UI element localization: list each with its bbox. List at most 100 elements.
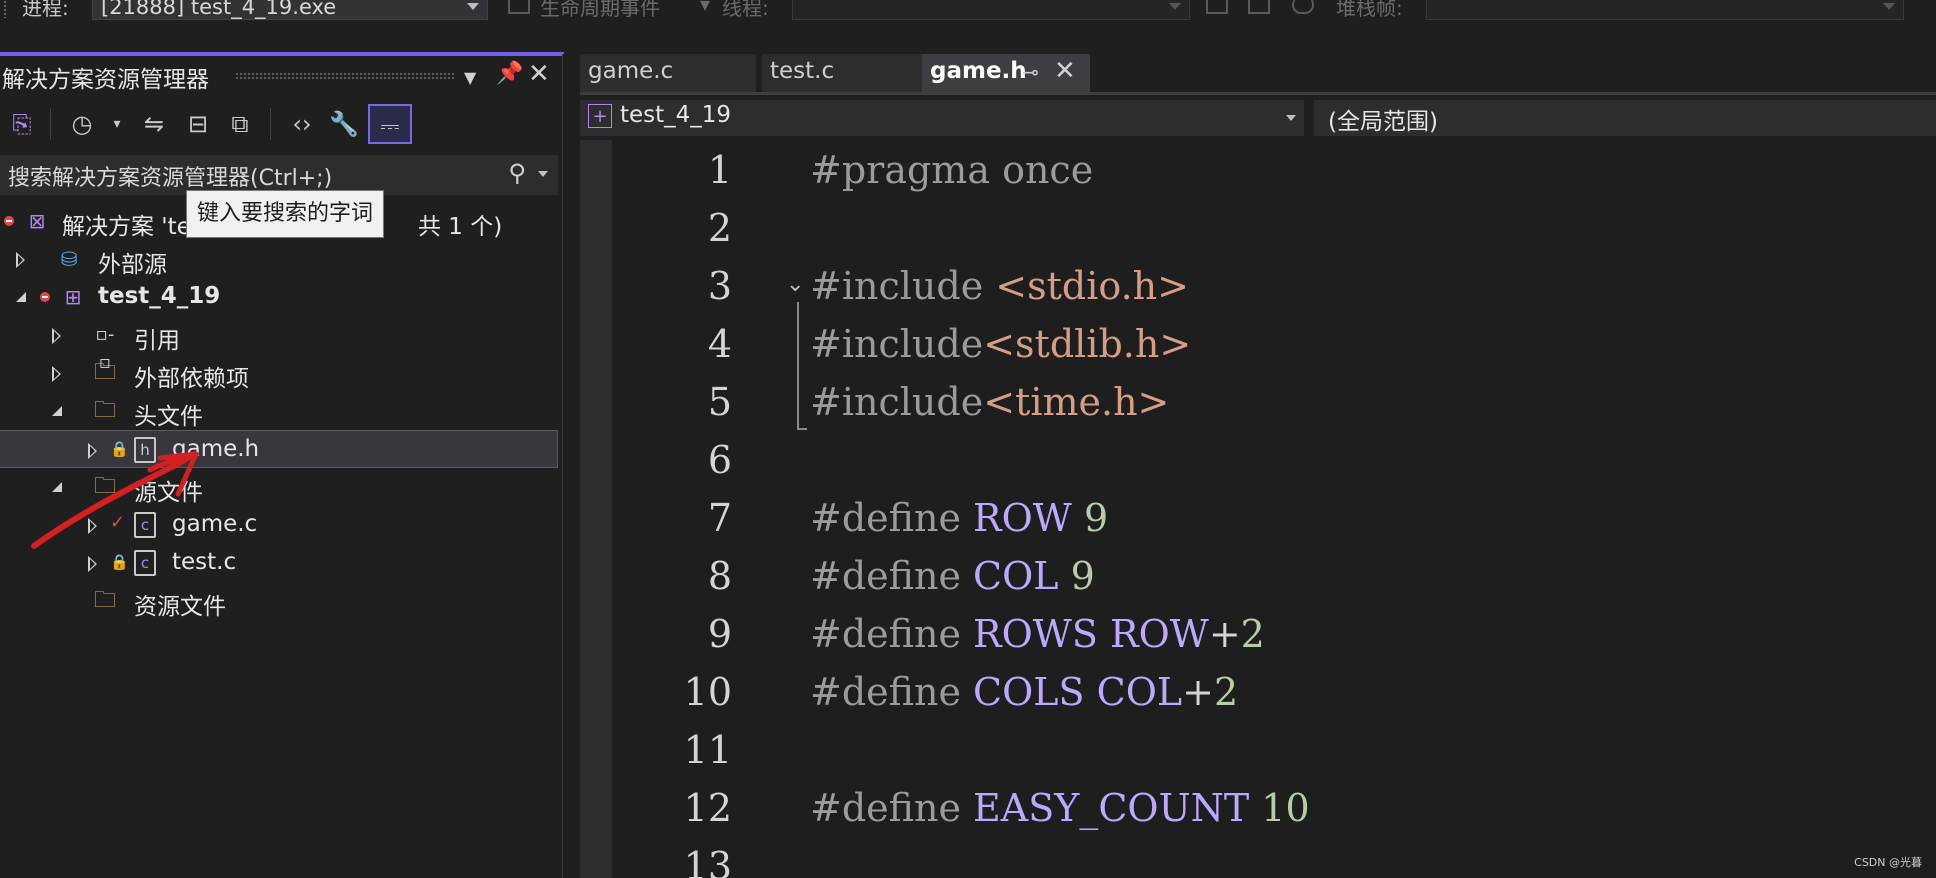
tree-item-external-deps[interactable]: 🗀 外部依赖项 <box>0 354 558 392</box>
tree-item-header-files[interactable]: 🗀 头文件 <box>0 392 558 430</box>
show-all-files-icon[interactable]: ⧉ <box>222 104 258 144</box>
thread-dropdown[interactable] <box>792 0 1190 20</box>
line-number: 4 <box>707 322 732 366</box>
search-icon[interactable]: ⚲ <box>508 159 526 187</box>
solution-label: 解决方案 'te <box>62 214 191 240</box>
project-label: test_4_19 <box>98 283 221 309</box>
stack-icon[interactable] <box>1292 0 1314 14</box>
chevron-down-icon[interactable] <box>538 171 548 177</box>
chevron-down-icon <box>467 3 479 10</box>
code-line[interactable]: 6 <box>580 438 1936 496</box>
tree-label: 头文件 <box>134 404 203 430</box>
code-line[interactable]: 13 <box>580 844 1936 878</box>
code-line[interactable]: 7 #define ROW 9 <box>580 496 1936 554</box>
code-token: #define <box>810 670 974 714</box>
code-line[interactable]: 4 #include<stdlib.h> <box>580 322 1936 380</box>
sync-icon[interactable]: ⇋ <box>136 104 172 144</box>
filter-folder-icon: 🗀 <box>93 474 116 499</box>
tree-item-game-c[interactable]: ✓ c game.c <box>0 506 558 544</box>
code-token: ROWS <box>973 612 1098 656</box>
line-number: 8 <box>707 554 732 598</box>
code-text: #define COLS COL+2 <box>810 670 1238 714</box>
expand-arrow-icon[interactable] <box>88 443 97 459</box>
code-text: #define EASY_COUNT 10 <box>810 786 1310 830</box>
code-token: 2 <box>1213 670 1239 714</box>
pending-changes-icon[interactable]: ◷ <box>64 104 100 144</box>
code-line[interactable]: 3 #include <stdio.h> <box>580 264 1936 322</box>
references-icon: ▫-▫ <box>95 324 115 373</box>
tab-game-h[interactable]: game.h ⊸ ✕ <box>922 54 1090 92</box>
code-line[interactable]: 11 <box>580 728 1936 786</box>
fold-collapse-icon[interactable]: ⌄ <box>786 272 804 297</box>
tree-item-external-sources[interactable]: ⛁ 外部源 <box>0 240 558 278</box>
collapse-arrow-icon[interactable] <box>52 406 62 416</box>
code-text: #define ROW 9 <box>810 496 1108 540</box>
code-token: #define <box>810 612 974 656</box>
tree-item-game-h[interactable]: 🔒 h game.h <box>0 430 558 468</box>
toolbar-grip[interactable] <box>3 0 7 18</box>
filter-folder-icon: 🗀 <box>93 398 116 423</box>
collapse-arrow-icon[interactable] <box>52 482 62 492</box>
project-scope-dropdown[interactable]: + test_4_19 <box>580 100 1304 136</box>
code-line[interactable]: 10 #define COLS COL+2 <box>580 670 1936 728</box>
close-icon[interactable]: ✕ <box>528 61 550 87</box>
code-line[interactable]: 2 <box>580 206 1936 264</box>
vs-switch-views-icon[interactable]: ⎘ <box>4 104 40 144</box>
flag-icon[interactable] <box>1206 0 1228 14</box>
panel-menu-icon[interactable]: ▼ <box>464 66 476 90</box>
expand-arrow-icon[interactable] <box>52 328 61 344</box>
pin-icon[interactable]: 📌 <box>496 62 523 86</box>
expand-arrow-icon[interactable] <box>16 252 25 268</box>
solution-search-box[interactable]: 搜索解决方案资源管理器(Ctrl+;) ⚲ <box>0 155 558 195</box>
tree-item-test-c[interactable]: 🔒 c test.c <box>0 544 558 582</box>
code-token: 9 <box>1070 554 1095 598</box>
panel-splitter[interactable] <box>562 54 581 878</box>
collapse-all-icon[interactable]: ⊟ <box>180 104 216 144</box>
tree-label: 引用 <box>134 328 180 354</box>
tab-test-c[interactable]: test.c <box>762 54 934 92</box>
collapse-arrow-icon[interactable] <box>16 292 26 302</box>
lock-icon: 🔒 <box>110 553 129 571</box>
line-number: 10 <box>683 670 732 714</box>
c-file-icon: c <box>134 550 156 576</box>
code-line[interactable]: 9 #define ROWS ROW+2 <box>580 612 1936 670</box>
solution-icon: ⊠ <box>28 209 46 233</box>
editor-tab-strip: game.c test.c game.h ⊸ ✕ <box>580 54 1936 94</box>
thread-flag-icon[interactable] <box>1248 0 1270 14</box>
panel-drag-handle[interactable] <box>235 72 455 80</box>
code-token: COLS <box>973 670 1085 714</box>
code-line[interactable]: 12 #define EASY_COUNT 10 <box>580 786 1936 844</box>
expand-arrow-icon[interactable] <box>88 556 97 572</box>
expand-arrow-icon[interactable] <box>52 366 61 382</box>
code-token: #include <box>810 264 996 308</box>
preview-selected-icon[interactable]: ⎓ <box>368 104 412 144</box>
tree-item-references[interactable]: ▫-▫ 引用 <box>0 316 558 373</box>
global-scope-dropdown[interactable]: (全局范围) <box>1314 100 1936 136</box>
view-code-icon[interactable]: ‹› <box>284 104 320 144</box>
code-text: #define COL 9 <box>810 554 1095 598</box>
lifecycle-icon <box>508 0 530 14</box>
tree-item-resource-files[interactable]: 🗀 资源文件 <box>0 582 558 620</box>
code-token: <time.h> <box>983 380 1170 424</box>
chevron-down-icon[interactable]: ▾ <box>104 104 130 144</box>
expand-arrow-icon[interactable] <box>88 518 97 534</box>
lock-icon: 🔒 <box>110 440 129 458</box>
properties-wrench-icon[interactable]: 🔧 <box>326 104 362 144</box>
tree-label: game.h <box>172 436 260 462</box>
tree-item-project[interactable]: ⊞ test_4_19 <box>0 278 558 316</box>
close-tab-icon[interactable]: ✕ <box>1054 56 1076 86</box>
process-dropdown[interactable]: [21888] test_4_19.exe <box>92 0 488 20</box>
code-line[interactable]: 5 #include<time.h> <box>580 380 1936 438</box>
tree-item-source-files[interactable]: 🗀 源文件 <box>0 468 558 506</box>
tab-game-c[interactable]: game.c <box>580 54 756 92</box>
line-number: 7 <box>707 496 732 540</box>
stack-frame-dropdown[interactable] <box>1426 0 1904 20</box>
code-token: 9 <box>1083 496 1109 540</box>
lifecycle-events-label[interactable]: 生命周期事件 <box>540 0 660 21</box>
code-line[interactable]: 1 #pragma once <box>580 148 1936 206</box>
code-token: #include <box>810 380 984 424</box>
code-line[interactable]: 8 #define COL 9 <box>580 554 1936 612</box>
pin-tab-icon[interactable]: ⊸ <box>1022 60 1039 84</box>
